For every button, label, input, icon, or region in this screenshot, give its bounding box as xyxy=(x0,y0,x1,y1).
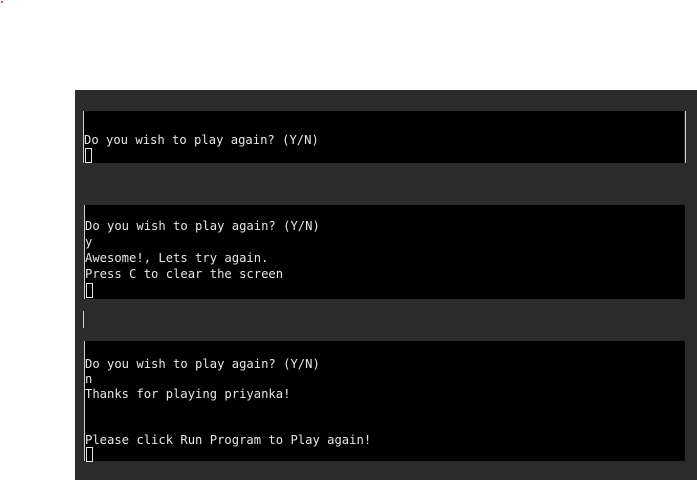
terminal-line: Press C to clear the screen xyxy=(85,267,284,281)
terminal-line: Please click Run Program to Play again! xyxy=(85,433,372,447)
corner-marker xyxy=(1,1,3,3)
terminal-line: Thanks for playing priyanka! xyxy=(85,387,291,401)
terminal-line: y xyxy=(85,235,93,249)
text-cursor xyxy=(85,148,92,163)
page: Do you wish to play again? (Y/N) Do you … xyxy=(0,0,697,480)
terminal-line: Do you wish to play again? (Y/N) xyxy=(85,219,320,233)
terminal-panel-2[interactable]: Do you wish to play again? (Y/N) y Aweso… xyxy=(84,205,685,299)
terminal-line: Awesome!, Lets try again. xyxy=(85,251,269,265)
terminal-panel-1[interactable]: Do you wish to play again? (Y/N) xyxy=(83,111,684,163)
panel-edge xyxy=(685,111,686,163)
terminal-panel-3[interactable]: Do you wish to play again? (Y/N) n Thank… xyxy=(84,341,685,462)
panel-edge xyxy=(83,311,84,328)
terminal-line: Do you wish to play again? (Y/N) xyxy=(84,133,319,147)
text-cursor xyxy=(86,283,93,298)
terminal-line: n xyxy=(85,372,93,386)
terminal-line: Do you wish to play again? (Y/N) xyxy=(85,357,320,371)
text-cursor xyxy=(86,447,93,462)
